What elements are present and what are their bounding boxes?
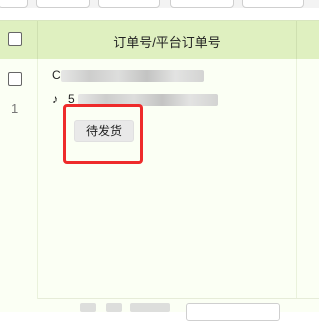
column-divider (296, 21, 297, 59)
toolbar-button[interactable] (170, 0, 234, 8)
redacted-footer-text (80, 303, 96, 312)
order-number-column-header: 订单号/平台订单号 (113, 35, 221, 50)
red-highlight-box (63, 104, 143, 164)
row-separator (38, 298, 319, 299)
tiktok-icon: ♪ (52, 92, 58, 106)
toolbar-button[interactable] (242, 0, 304, 8)
row-select-checkbox[interactable] (8, 72, 22, 86)
footer-input[interactable] (186, 303, 280, 321)
row-index: 1 (11, 101, 19, 116)
toolbar-button[interactable] (36, 0, 90, 8)
redacted-footer-text (130, 303, 170, 312)
order-number-prefix: C (52, 68, 61, 82)
column-divider (37, 59, 38, 299)
select-all-checkbox[interactable] (8, 32, 22, 46)
column-divider (296, 59, 297, 299)
toolbar-button[interactable] (0, 0, 28, 8)
redacted-footer-text (106, 303, 122, 312)
toolbar-button[interactable] (98, 0, 160, 8)
table-header: 订单号/平台订单号 (0, 20, 319, 60)
redacted-order-number (61, 70, 204, 82)
toolbar-strip (0, 0, 319, 8)
order-number-line: C (52, 68, 212, 84)
